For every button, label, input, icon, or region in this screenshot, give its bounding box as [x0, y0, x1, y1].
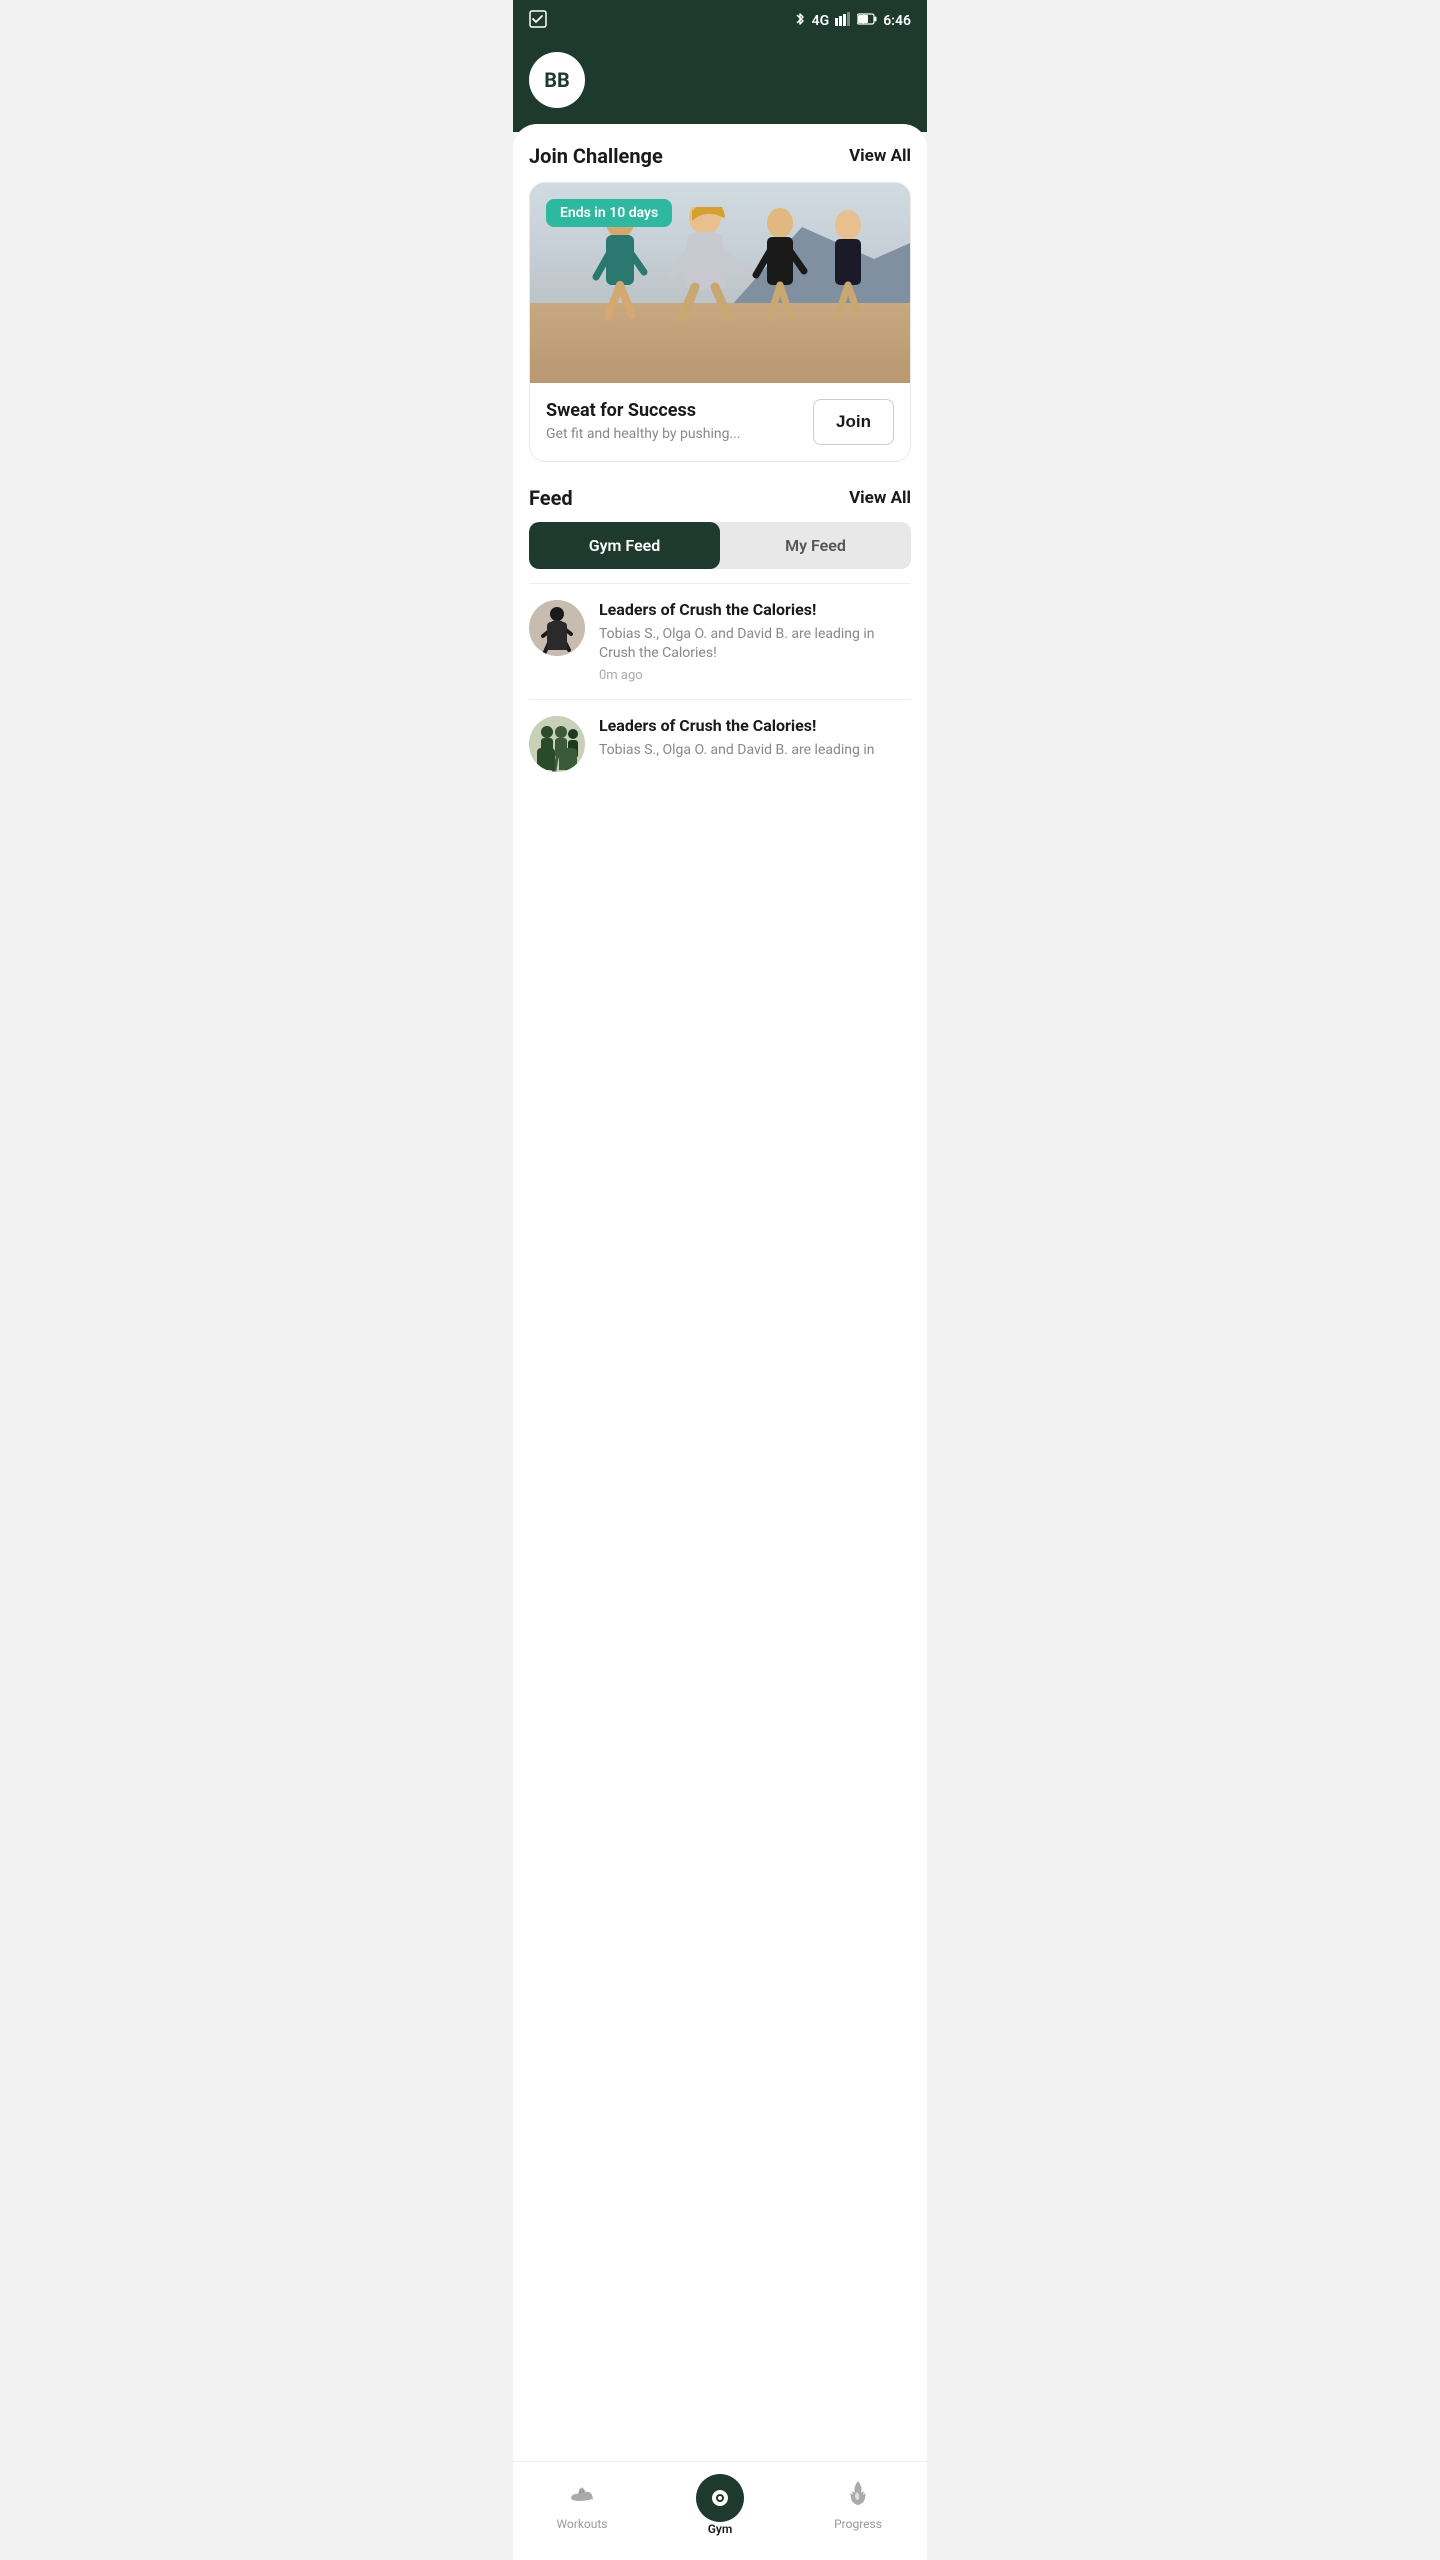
feed-section-header: Feed View All [529, 486, 911, 510]
workouts-label: Workouts [556, 2517, 607, 2531]
tab-gym-feed[interactable]: Gym Feed [529, 522, 720, 569]
feed-avatar-2 [529, 716, 585, 772]
nav-item-progress[interactable]: Progress [818, 2479, 898, 2531]
bluetooth-icon [794, 11, 806, 31]
feed-title-1: Leaders of Crush the Calories! [599, 600, 911, 621]
time-label: 6:46 [883, 13, 911, 29]
challenge-card: Ends in 10 days Sweat for Success Get fi… [529, 182, 911, 462]
status-left [529, 10, 547, 32]
feed-desc-2: Tobias S., Olga O. and David B. are lead… [599, 741, 911, 761]
challenge-name: Sweat for Success [546, 400, 801, 421]
status-bar: 4G 6:46 [513, 0, 927, 40]
challenge-section-title: Join Challenge [529, 144, 663, 168]
challenge-body: Sweat for Success Get fit and healthy by… [530, 383, 910, 461]
feed-section: Feed View All Gym Feed My Feed [529, 486, 911, 788]
feed-view-all[interactable]: View All [849, 488, 911, 508]
feed-title-2: Leaders of Crush the Calories! [599, 716, 911, 737]
gym-label: Gym [708, 2522, 733, 2536]
battery-icon [857, 13, 877, 29]
feed-time-1: 0m ago [599, 668, 911, 683]
status-right: 4G 6:46 [794, 11, 911, 31]
bottom-padding [529, 788, 911, 878]
feed-content-2: Leaders of Crush the Calories! Tobias S.… [599, 716, 911, 764]
nav-item-gym[interactable]: Gym [680, 2474, 760, 2536]
signal-icon [835, 12, 851, 30]
network-label: 4G [812, 13, 830, 29]
bottom-nav: Workouts Gym Progress [513, 2461, 927, 2560]
tab-my-feed[interactable]: My Feed [720, 522, 911, 569]
avatar: BB [529, 52, 585, 108]
feed-item-2: Leaders of Crush the Calories! Tobias S.… [529, 699, 911, 788]
feed-item-1: Leaders of Crush the Calories! Tobias S.… [529, 583, 911, 699]
feed-section-title: Feed [529, 486, 573, 510]
ends-badge: Ends in 10 days [546, 199, 672, 227]
feed-content-1: Leaders of Crush the Calories! Tobias S.… [599, 600, 911, 683]
feed-desc-1: Tobias S., Olga O. and David B. are lead… [599, 625, 911, 664]
progress-icon [845, 2479, 871, 2513]
avatar-group-svg [529, 716, 585, 772]
nav-item-workouts[interactable]: Workouts [542, 2479, 622, 2531]
workouts-icon [568, 2479, 596, 2513]
progress-label: Progress [834, 2517, 882, 2531]
gym-icon-active [696, 2474, 744, 2522]
avatar-running-svg [529, 600, 585, 656]
join-button[interactable]: Join [813, 399, 894, 445]
challenge-view-all[interactable]: View All [849, 146, 911, 166]
main-content: Join Challenge View All [513, 124, 927, 2524]
feed-avatar-1 [529, 600, 585, 656]
challenge-section-header: Join Challenge View All [529, 144, 911, 168]
checklist-icon [529, 10, 547, 32]
challenge-description: Get fit and healthy by pushing... [546, 425, 801, 445]
header: BB [513, 40, 927, 132]
challenge-image: Ends in 10 days [530, 183, 910, 383]
feed-tabs: Gym Feed My Feed [529, 522, 911, 569]
challenge-info: Sweat for Success Get fit and healthy by… [546, 400, 801, 445]
